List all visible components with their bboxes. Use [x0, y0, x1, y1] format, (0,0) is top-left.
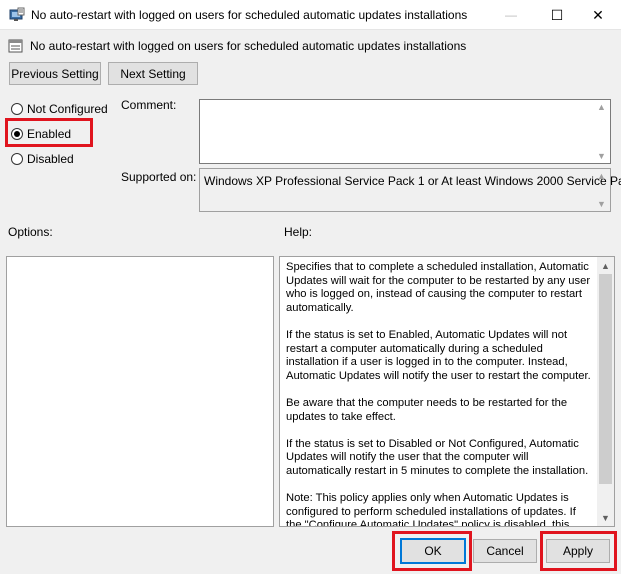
- previous-setting-button[interactable]: Previous Setting: [9, 62, 101, 85]
- scroll-up-icon[interactable]: ▲: [597, 257, 614, 274]
- window-title: No auto-restart with logged on users for…: [31, 8, 468, 22]
- cancel-button[interactable]: Cancel: [473, 539, 537, 563]
- options-label: Options:: [8, 225, 53, 239]
- supported-on-value: Windows XP Professional Service Pack 1 o…: [204, 174, 621, 188]
- scroll-up-icon[interactable]: ▲: [597, 171, 606, 181]
- scroll-down-icon[interactable]: ▼: [597, 151, 606, 161]
- help-label: Help:: [284, 225, 313, 239]
- close-button[interactable]: ✕: [575, 0, 621, 30]
- maximize-button[interactable]: ☐: [534, 0, 580, 30]
- minimize-icon: —: [505, 8, 517, 22]
- scrollbar-thumb[interactable]: [599, 274, 612, 484]
- help-paragraph: Note: This policy applies only when Auto…: [286, 492, 576, 527]
- policy-title: No auto-restart with logged on users for…: [30, 39, 467, 53]
- radio-label: Not Configured: [27, 102, 108, 116]
- minimize-button[interactable]: —: [488, 0, 534, 30]
- scroll-down-icon[interactable]: ▼: [597, 199, 606, 209]
- apply-highlight-box: [540, 531, 617, 571]
- supported-scrollbar[interactable]: ▲ ▼: [593, 169, 610, 211]
- next-setting-button[interactable]: Next Setting: [108, 62, 198, 85]
- maximize-icon: ☐: [550, 6, 564, 23]
- supported-on-label: Supported on:: [121, 170, 197, 184]
- scroll-up-icon[interactable]: ▲: [597, 102, 606, 112]
- comment-label: Comment:: [121, 98, 177, 112]
- radio-not-configured[interactable]: Not Configured: [11, 101, 108, 117]
- comment-textarea[interactable]: ▲ ▼: [199, 99, 611, 164]
- enabled-highlight-box: [5, 118, 93, 147]
- help-paragraph: If the status is set to Disabled or Not …: [286, 437, 589, 477]
- radio-label: Disabled: [27, 152, 74, 166]
- comment-scrollbar[interactable]: ▲ ▼: [593, 100, 610, 163]
- scroll-down-icon[interactable]: ▼: [597, 509, 614, 526]
- title-bar: No auto-restart with logged on users for…: [0, 0, 621, 30]
- help-paragraph: Specifies that to complete a scheduled i…: [286, 261, 591, 314]
- ok-highlight-box: [392, 531, 472, 571]
- policy-editor-icon: [9, 7, 25, 21]
- options-panel: [6, 256, 274, 527]
- radio-circle[interactable]: [11, 103, 23, 115]
- help-paragraph: If the status is set to Enabled, Automat…: [286, 328, 591, 382]
- radio-circle[interactable]: [11, 153, 23, 165]
- close-icon: ✕: [592, 6, 604, 23]
- help-paragraph: Be aware that the computer needs to be r…: [286, 396, 568, 423]
- help-text: Specifies that to complete a scheduled i…: [286, 261, 594, 527]
- radio-disabled[interactable]: Disabled: [11, 151, 74, 167]
- policy-setting-icon: [8, 39, 23, 53]
- help-panel: Specifies that to complete a scheduled i…: [279, 256, 615, 527]
- supported-on-field: Windows XP Professional Service Pack 1 o…: [199, 168, 621, 212]
- help-scrollbar[interactable]: ▲ ▼: [597, 257, 614, 526]
